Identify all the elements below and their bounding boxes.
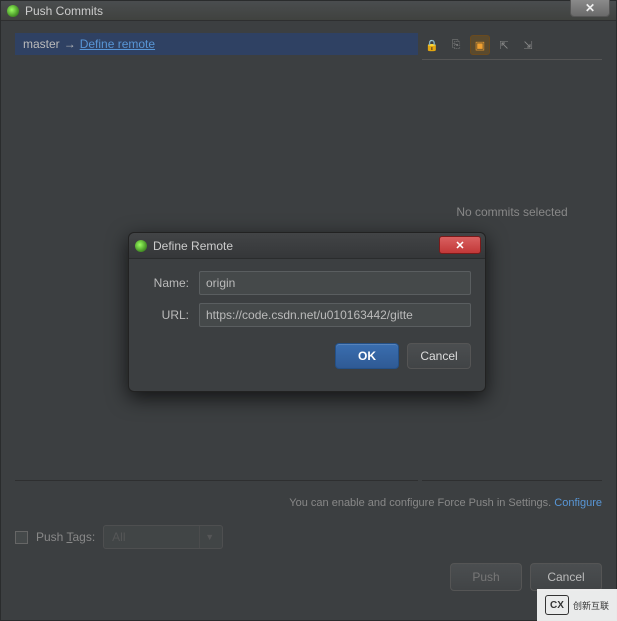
name-row: Name: (143, 271, 471, 295)
toolbar: 🔒 ⎘ ▣ ⇱ ⇲ (422, 33, 602, 59)
push-tags-value: All (112, 530, 125, 544)
branch-name: master (23, 37, 60, 51)
group-icon[interactable]: ▣ (470, 35, 490, 55)
titlebar[interactable]: Push Commits ✕ (1, 1, 616, 21)
dialog-buttons: Push Cancel (1, 559, 616, 603)
watermark-text: 创新互联 (573, 599, 609, 612)
modal-title: Define Remote (153, 239, 233, 253)
push-tags-row: Push Tags: All ▼ (1, 515, 616, 559)
push-tags-select[interactable]: All ▼ (103, 525, 223, 549)
hint-text: You can enable and configure Force Push … (289, 497, 554, 509)
ok-button[interactable]: OK (335, 343, 399, 369)
arrow-icon: → (64, 37, 76, 51)
modal-buttons: OK Cancel (143, 335, 471, 369)
dialog-title: Push Commits (25, 4, 103, 18)
url-field[interactable] (199, 303, 471, 327)
no-commits-label: No commits selected (456, 205, 567, 219)
modal-titlebar[interactable]: Define Remote ✕ (129, 233, 485, 259)
modal-body: Name: URL: OK Cancel (129, 259, 485, 379)
app-icon (7, 5, 19, 17)
cancel-button[interactable]: Cancel (407, 343, 471, 369)
watermark-logo: CX (545, 595, 569, 615)
push-button[interactable]: Push (450, 563, 522, 591)
lock-icon[interactable]: 🔒 (422, 35, 442, 55)
close-icon[interactable]: ✕ (570, 0, 610, 17)
define-remote-link[interactable]: Define remote (80, 37, 155, 51)
collapse-icon[interactable]: ⇲ (518, 35, 538, 55)
configure-link[interactable]: Configure (554, 497, 602, 509)
branch-row[interactable]: master → Define remote (15, 33, 418, 55)
copy-icon[interactable]: ⎘ (446, 35, 466, 55)
watermark: CX 创新互联 (537, 589, 617, 621)
force-push-hint: You can enable and configure Force Push … (1, 491, 616, 515)
expand-icon[interactable]: ⇱ (494, 35, 514, 55)
chevron-down-icon: ▼ (199, 526, 219, 548)
name-label: Name: (143, 276, 199, 290)
name-field[interactable] (199, 271, 471, 295)
push-tags-checkbox[interactable] (15, 531, 28, 544)
cancel-button[interactable]: Cancel (530, 563, 602, 591)
app-icon (135, 240, 147, 252)
define-remote-dialog: Define Remote ✕ Name: URL: OK Cancel (128, 232, 486, 392)
push-tags-label: Push Tags: (36, 530, 95, 544)
close-icon[interactable]: ✕ (439, 236, 481, 254)
url-row: URL: (143, 303, 471, 327)
url-label: URL: (143, 308, 199, 322)
